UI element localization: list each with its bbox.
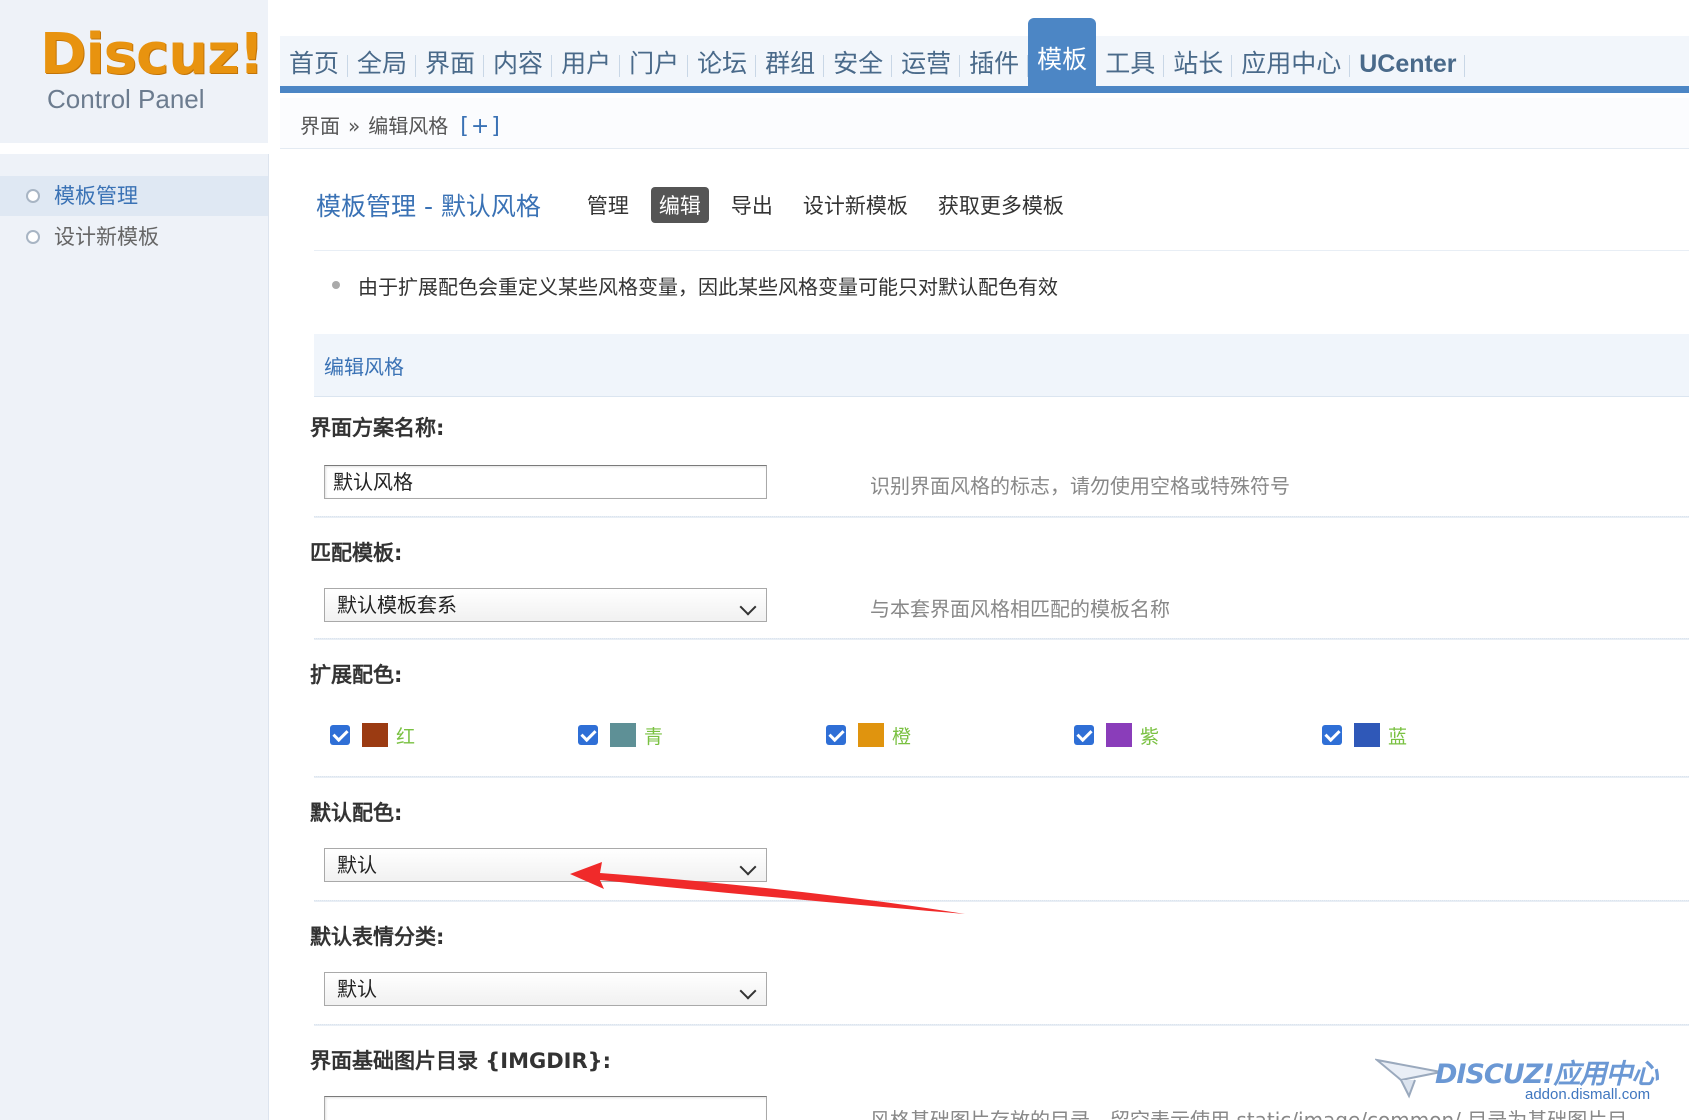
watermark: DISCUZ!应用中心 addon.dismall.com: [1375, 1050, 1665, 1120]
color-option-red[interactable]: 红: [330, 720, 415, 750]
checkbox-checked-icon[interactable]: [578, 725, 598, 745]
color-option-cyan[interactable]: 青: [578, 720, 663, 750]
nav-item-ucenter[interactable]: UCenter: [1350, 39, 1466, 93]
ext-colors-options: 红 青 橙 紫 蓝: [330, 720, 1430, 750]
nav-item-operation[interactable]: 运营: [892, 39, 961, 93]
section-header: 编辑风格: [314, 334, 1689, 397]
checkbox-checked-icon[interactable]: [330, 725, 350, 745]
tip-row: 由于扩展配色会重定义某些风格变量，因此某些风格变量可能只对默认配色有效: [314, 250, 1689, 323]
match-template-desc: 与本套界面风格相匹配的模板名称: [870, 597, 1170, 621]
nav-item-users[interactable]: 用户: [552, 39, 621, 93]
color-swatch: [1106, 723, 1132, 747]
breadcrumb-separator: »: [348, 114, 361, 138]
title-row: 模板管理 - 默认风格 管理 编辑 导出 设计新模板 获取更多模板: [316, 182, 1086, 228]
ext-colors-label: 扩展配色:: [310, 663, 403, 687]
checkbox-checked-icon[interactable]: [1074, 725, 1094, 745]
row-divider: [314, 776, 1689, 778]
default-smiley-select[interactable]: 默认: [324, 972, 767, 1006]
checkbox-checked-icon[interactable]: [826, 725, 846, 745]
breadcrumb-root[interactable]: 界面: [300, 114, 340, 138]
color-swatch: [1354, 723, 1380, 747]
color-swatch: [858, 723, 884, 747]
nav-item-tools[interactable]: 工具: [1096, 39, 1165, 93]
color-option-orange[interactable]: 橙: [826, 720, 911, 750]
nav-item-portal[interactable]: 门户: [620, 39, 689, 93]
color-name: 红: [396, 725, 416, 748]
add-shortcut-button[interactable]: [+]: [460, 114, 502, 139]
sidebar-item-template-manage[interactable]: 模板管理: [0, 176, 268, 216]
row-divider: [314, 900, 1689, 902]
page-title: 模板管理 - 默认风格: [316, 192, 541, 221]
match-template-value: 默认模板套系: [337, 593, 457, 617]
color-swatch: [610, 723, 636, 747]
tab-manage[interactable]: 管理: [579, 187, 637, 223]
nav-item-webmaster[interactable]: 站长: [1164, 39, 1233, 93]
breadcrumb-current: 编辑风格: [368, 114, 449, 138]
bullet-icon: [26, 189, 40, 203]
scheme-name-input[interactable]: 默认风格: [324, 465, 767, 499]
tip-bullet-icon: [332, 281, 340, 289]
color-swatch: [362, 723, 388, 747]
imgdir-input[interactable]: [324, 1096, 767, 1120]
row-divider: [314, 1024, 1689, 1026]
scheme-name-label: 界面方案名称:: [310, 416, 445, 440]
imgdir-label: 界面基础图片目录 {IMGDIR}:: [310, 1049, 611, 1073]
color-option-blue[interactable]: 蓝: [1322, 720, 1407, 750]
chevron-down-icon: [739, 982, 757, 1000]
match-template-label: 匹配模板:: [310, 541, 403, 565]
chevron-down-icon: [739, 858, 757, 876]
color-name: 紫: [1140, 725, 1160, 748]
top-nav: 首页 全局 界面 内容 用户 门户 论坛 群组 安全 运营 插件 模板 工具 站…: [280, 18, 1466, 93]
breadcrumb-bar: 界面 » 编辑风格 [+]: [280, 98, 1689, 149]
main-content: 模板管理 - 默认风格 管理 编辑 导出 设计新模板 获取更多模板 由于扩展配色…: [300, 154, 1689, 1120]
tab-get-more-templates[interactable]: 获取更多模板: [930, 187, 1072, 223]
sidebar-item-label: 设计新模板: [54, 225, 159, 249]
discuz-logo[interactable]: Discuz!: [40, 22, 264, 87]
watermark-url: addon.dismall.com: [1525, 1086, 1651, 1103]
nav-item-app-center[interactable]: 应用中心: [1232, 39, 1351, 93]
tip-text: 由于扩展配色会重定义某些风格变量，因此某些风格变量可能只对默认配色有效: [358, 275, 1058, 299]
sidebar-item-label: 模板管理: [54, 184, 138, 208]
default-smiley-label: 默认表情分类:: [310, 925, 445, 949]
sidebar: 模板管理 设计新模板: [0, 154, 269, 1120]
color-name: 青: [644, 725, 664, 748]
match-template-select[interactable]: 默认模板套系: [324, 588, 767, 622]
nav-item-interface[interactable]: 界面: [416, 39, 485, 93]
color-name: 蓝: [1388, 725, 1408, 748]
logo-subtitle: Control Panel: [47, 84, 205, 114]
nav-item-group[interactable]: 群组: [756, 39, 825, 93]
nav-item-content[interactable]: 内容: [484, 39, 553, 93]
header: Discuz! Control Panel 首页 全局 界面 内容 用户 门户 …: [0, 0, 1689, 154]
nav-item-security[interactable]: 安全: [824, 39, 893, 93]
color-option-purple[interactable]: 紫: [1074, 720, 1159, 750]
nav-item-global[interactable]: 全局: [348, 39, 417, 93]
nav-item-plugins[interactable]: 插件: [960, 39, 1029, 93]
nav-item-templates[interactable]: 模板: [1028, 18, 1097, 93]
tab-design-new-template[interactable]: 设计新模板: [795, 187, 916, 223]
color-name: 橙: [892, 725, 912, 748]
nav-item-forum[interactable]: 论坛: [688, 39, 757, 93]
chevron-down-icon: [739, 598, 757, 616]
checkbox-checked-icon[interactable]: [1322, 725, 1342, 745]
tab-edit[interactable]: 编辑: [650, 187, 709, 223]
breadcrumb: 界面 » 编辑风格 [+]: [300, 110, 502, 139]
default-smiley-value: 默认: [337, 977, 377, 1001]
sidebar-item-design-template[interactable]: 设计新模板: [0, 217, 268, 257]
row-divider: [314, 516, 1689, 518]
default-color-select[interactable]: 默认: [324, 848, 767, 882]
section-title: 编辑风格: [324, 355, 404, 379]
nav-item-home[interactable]: 首页: [280, 39, 349, 93]
default-color-value: 默认: [337, 853, 377, 877]
logo-area: Discuz! Control Panel: [0, 0, 268, 143]
row-divider: [314, 638, 1689, 640]
tab-export[interactable]: 导出: [723, 187, 781, 223]
default-color-label: 默认配色:: [310, 801, 403, 825]
scheme-name-desc: 识别界面风格的标志，请勿使用空格或特殊符号: [870, 474, 1290, 498]
bullet-icon: [26, 230, 40, 244]
